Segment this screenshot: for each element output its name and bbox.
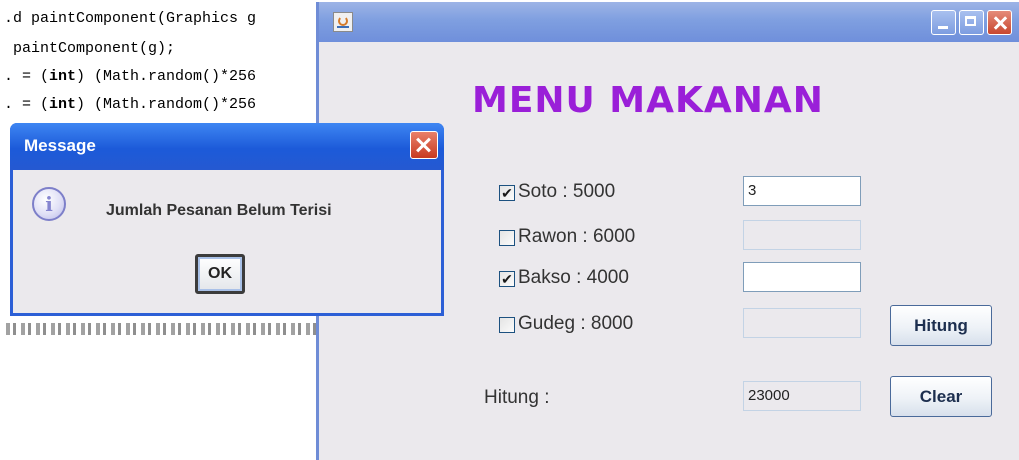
gudeg-quantity-field[interactable] bbox=[743, 308, 861, 338]
soto-label: Soto : 5000 bbox=[518, 181, 616, 202]
hitung-button[interactable]: Hitung bbox=[890, 305, 992, 346]
ok-button[interactable]: OK bbox=[195, 254, 245, 294]
rawon-label: Rawon : 6000 bbox=[518, 226, 636, 247]
message-dialog: Message i Jumlah Pesanan Belum Terisi OK bbox=[10, 123, 444, 316]
rawon-checkbox[interactable] bbox=[499, 230, 515, 246]
soto-quantity-field[interactable]: 3 bbox=[743, 176, 861, 206]
java-cup-icon[interactable] bbox=[333, 12, 353, 32]
rawon-quantity-field[interactable] bbox=[743, 220, 861, 250]
code-line-text: . = (int) (Math.random()*256 bbox=[4, 96, 257, 113]
bakso-quantity-field[interactable] bbox=[743, 262, 861, 292]
gudeg-label: Gudeg : 8000 bbox=[518, 313, 634, 334]
dialog-close-icon[interactable] bbox=[410, 131, 438, 159]
gudeg-checkbox[interactable] bbox=[499, 317, 515, 333]
info-icon: i bbox=[32, 187, 66, 221]
dialog-message: Jumlah Pesanan Belum Terisi bbox=[106, 202, 332, 219]
code-line: paintComponent(g); bbox=[4, 40, 176, 57]
bakso-label: Bakso : 4000 bbox=[518, 267, 629, 288]
obscured-code-line bbox=[6, 323, 324, 335]
total-field[interactable]: 23000 bbox=[743, 381, 861, 411]
close-icon[interactable] bbox=[987, 10, 1012, 35]
code-line: . = (int) (Math.random()*256 bbox=[4, 68, 256, 85]
total-label: Hitung : bbox=[484, 387, 550, 408]
clear-button[interactable]: Clear bbox=[890, 376, 992, 417]
dialog-title: Message bbox=[24, 136, 96, 155]
maximize-icon[interactable] bbox=[959, 10, 984, 35]
minimize-icon[interactable] bbox=[931, 10, 956, 35]
window-titlebar[interactable] bbox=[319, 2, 1019, 42]
check-mark-icon: ✔ bbox=[501, 271, 513, 287]
code-line: . = (int) (Math.random()*256 bbox=[4, 96, 256, 113]
menu-heading: MENU MAKANAN bbox=[472, 80, 824, 121]
dialog-body: i Jumlah Pesanan Belum Terisi OK bbox=[13, 170, 441, 313]
check-mark-icon: ✔ bbox=[501, 185, 513, 201]
code-line: .d paintComponent(Graphics g bbox=[4, 10, 257, 27]
bakso-checkbox[interactable]: ✔ bbox=[499, 271, 515, 287]
soto-checkbox[interactable]: ✔ bbox=[499, 185, 515, 201]
code-line-text: . = (int) (Math.random()*256 bbox=[4, 68, 257, 85]
dialog-titlebar[interactable]: Message bbox=[10, 123, 444, 170]
